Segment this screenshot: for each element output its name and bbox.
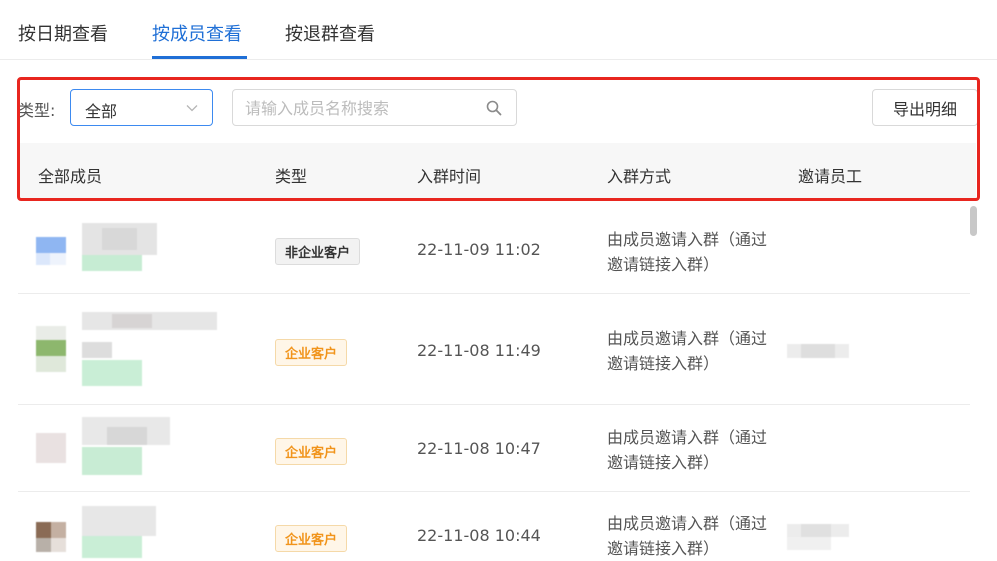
inviter-pixelated xyxy=(787,524,849,550)
column-header-join-time: 入群时间 xyxy=(417,167,482,186)
inviter-pixelated xyxy=(787,343,849,358)
member-name-pixelated xyxy=(82,223,172,283)
tab-by-leave[interactable]: 按退群查看 xyxy=(285,20,375,46)
scrollbar-thumb[interactable] xyxy=(970,206,977,236)
tab-by-member[interactable]: 按成员查看 xyxy=(152,20,242,46)
table-row[interactable]: 企业客户 22-11-08 10:44 由成员邀请入群（通过邀请链接入群） xyxy=(18,492,970,561)
column-header-inviter: 邀请员工 xyxy=(798,167,863,186)
type-select[interactable]: 全部 xyxy=(70,89,213,126)
chevron-down-icon xyxy=(186,105,198,112)
join-method: 由成员邀请入群（通过邀请链接入群） xyxy=(607,514,768,558)
member-name-pixelated xyxy=(82,506,174,561)
view-tabs: 按日期查看 按成员查看 按退群查看 xyxy=(0,0,997,60)
column-header-join-method: 入群方式 xyxy=(607,167,672,186)
member-name-pixelated xyxy=(82,312,222,388)
member-avatar xyxy=(36,235,68,267)
join-time: 22-11-08 11:49 xyxy=(417,341,541,360)
table-row[interactable]: 企业客户 22-11-08 10:47 由成员邀请入群（通过邀请链接入群） xyxy=(18,405,970,492)
join-method: 由成员邀请入群（通过邀请链接入群） xyxy=(607,428,768,472)
member-name-pixelated xyxy=(82,417,174,479)
table-row[interactable]: 非企业客户 22-11-09 11:02 由成员邀请入群（通过邀请链接入群） xyxy=(18,203,970,294)
column-header-type: 类型 xyxy=(275,167,308,186)
member-search-input[interactable] xyxy=(245,96,475,120)
customer-type-badge: 企业客户 xyxy=(275,339,348,366)
join-time: 22-11-09 11:02 xyxy=(417,240,541,259)
member-avatar xyxy=(36,522,68,554)
member-search-box xyxy=(232,89,517,126)
table-header: 全部成员 类型 入群时间 入群方式 邀请员工 xyxy=(18,143,976,199)
table-row[interactable]: 企业客户 22-11-08 11:49 由成员邀请入群（通过邀请链接入群） xyxy=(18,294,970,405)
member-avatar xyxy=(36,433,68,465)
customer-type-badge: 企业客户 xyxy=(275,438,348,465)
type-select-value: 全部 xyxy=(85,102,118,121)
join-time: 22-11-08 10:44 xyxy=(417,526,541,545)
type-filter-label: 类型: xyxy=(18,101,56,120)
search-icon[interactable] xyxy=(486,100,502,116)
column-header-member: 全部成员 xyxy=(38,167,103,186)
join-time: 22-11-08 10:47 xyxy=(417,439,541,458)
export-details-button[interactable]: 导出明细 xyxy=(872,89,978,126)
tab-by-date[interactable]: 按日期查看 xyxy=(18,20,108,46)
customer-type-badge: 企业客户 xyxy=(275,525,348,552)
active-tab-indicator xyxy=(152,56,247,59)
member-avatar xyxy=(36,326,68,374)
join-method: 由成员邀请入群（通过邀请链接入群） xyxy=(607,230,768,274)
join-method: 由成员邀请入群（通过邀请链接入群） xyxy=(607,329,768,373)
customer-type-badge: 非企业客户 xyxy=(275,238,361,265)
